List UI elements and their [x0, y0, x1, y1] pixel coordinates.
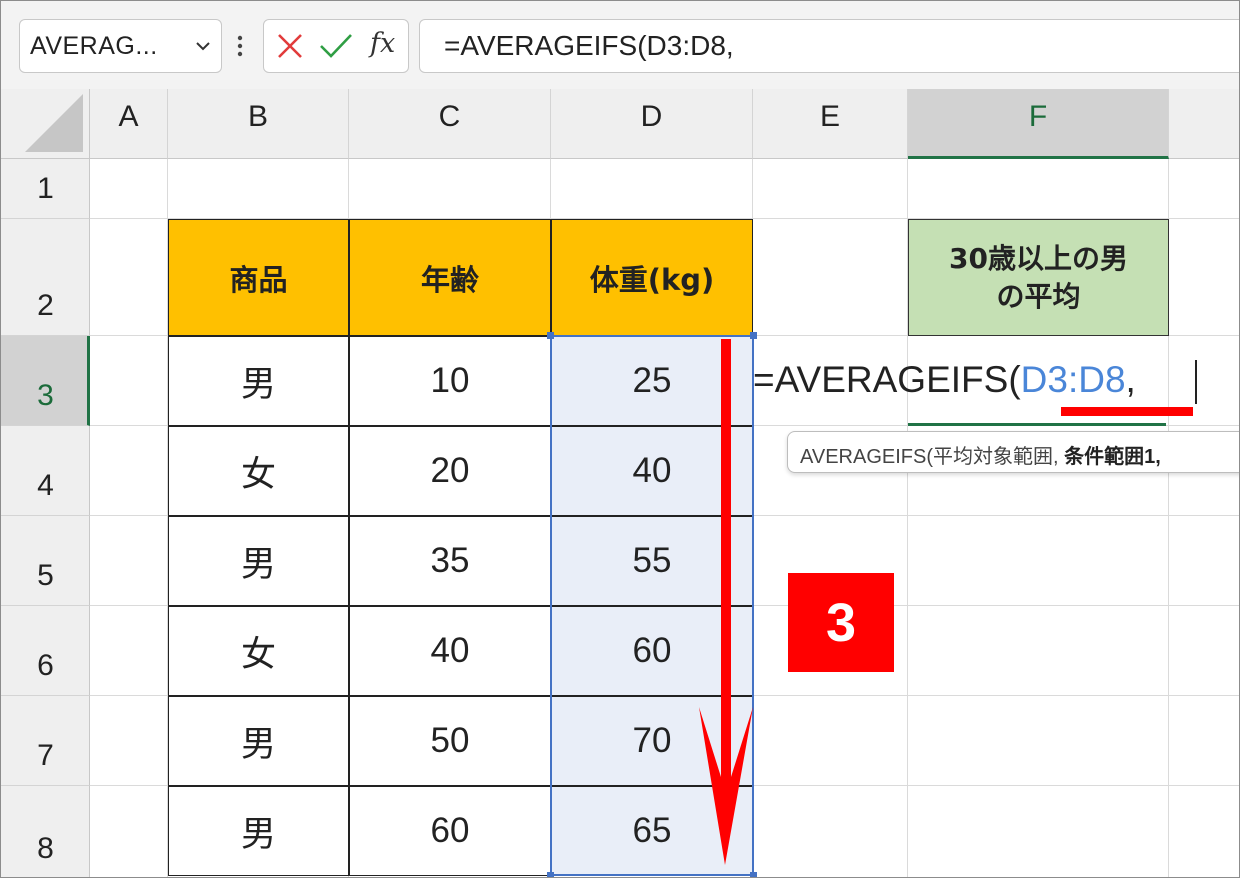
row-label: 4: [37, 469, 54, 502]
formula-text: =AVERAGEIFS(D3:D8,: [444, 30, 734, 61]
name-box[interactable]: AVERAG...: [19, 19, 222, 73]
spreadsheet-grid: A B C D E F 1 2 3 4 5 6 7 8 商品 年齢 体重(kg)…: [1, 89, 1239, 877]
table-cell[interactable]: 40: [349, 606, 551, 696]
edit-prefix: =AVERAGEIFS(: [753, 359, 1021, 400]
column-header-a[interactable]: A: [90, 89, 168, 159]
enter-check-icon[interactable]: [319, 32, 353, 60]
formula-bar-area: AVERAG... fx =AVERAGEIFS(D3:D8,: [1, 1, 1239, 89]
table-cell[interactable]: 男: [168, 786, 349, 876]
excel-window: AVERAG... fx =AVERAGEIFS(D3:D8, A B C D …: [0, 0, 1240, 878]
range-handle[interactable]: [547, 332, 554, 339]
row-header-4[interactable]: 4: [1, 426, 90, 516]
row-label: 8: [37, 832, 54, 865]
table-cell[interactable]: 10: [349, 336, 551, 426]
table-cell[interactable]: 20: [349, 426, 551, 516]
table-cell[interactable]: 60: [349, 786, 551, 876]
range-handle[interactable]: [547, 872, 554, 877]
tooltip-current-argument: 条件範囲1,: [1064, 446, 1161, 468]
table-cell[interactable]: 35: [349, 516, 551, 606]
table-header-weight[interactable]: 体重(kg): [551, 219, 753, 336]
result-label-cell[interactable]: 30歳以上の男 の平均: [908, 219, 1169, 336]
table-cell[interactable]: 男: [168, 336, 349, 426]
row-label: 2: [37, 289, 54, 322]
row-header-5[interactable]: 5: [1, 516, 90, 606]
edit-range-reference: D3:D8: [1020, 359, 1126, 400]
table-cell[interactable]: 男: [168, 516, 349, 606]
row-label: 3: [37, 379, 54, 412]
column-header-b[interactable]: B: [168, 89, 349, 159]
column-header-f[interactable]: F: [908, 89, 1169, 159]
more-options-icon[interactable]: [237, 35, 243, 57]
row-header-2[interactable]: 2: [1, 219, 90, 336]
row-label: 5: [37, 559, 54, 592]
active-cell-border: [908, 423, 1166, 426]
select-all-corner[interactable]: [1, 89, 90, 159]
edit-suffix: ,: [1125, 359, 1136, 400]
column-header-g[interactable]: [1169, 89, 1239, 159]
step-number-badge: 3: [788, 573, 894, 672]
table-cell[interactable]: 50: [349, 696, 551, 786]
table-header-product[interactable]: 商品: [168, 219, 349, 336]
row-header-7[interactable]: 7: [1, 696, 90, 786]
row-header-1[interactable]: 1: [1, 159, 90, 219]
table-cell[interactable]: 男: [168, 696, 349, 786]
formula-input[interactable]: =AVERAGEIFS(D3:D8,: [419, 19, 1239, 73]
chevron-down-icon[interactable]: [193, 36, 213, 56]
function-argument-tooltip[interactable]: AVERAGEIFS(平均対象範囲, 条件範囲1,: [787, 431, 1239, 473]
table-cell[interactable]: 女: [168, 606, 349, 696]
result-label-line1: 30歳以上の男: [949, 241, 1128, 275]
column-header-d[interactable]: D: [551, 89, 753, 159]
row-label: 6: [37, 649, 54, 682]
table-header-age[interactable]: 年齢: [349, 219, 551, 336]
row-header-6[interactable]: 6: [1, 606, 90, 696]
formula-buttons: fx: [263, 19, 409, 73]
row-header-8[interactable]: 8: [1, 786, 90, 877]
name-box-value: AVERAG...: [30, 32, 158, 60]
column-header-c[interactable]: C: [349, 89, 551, 159]
row-header-3[interactable]: 3: [1, 336, 90, 426]
cancel-icon[interactable]: [276, 32, 304, 60]
column-header-e[interactable]: E: [753, 89, 908, 159]
tooltip-function-text: AVERAGEIFS(平均対象範囲,: [800, 446, 1065, 468]
result-label-line2: の平均: [996, 279, 1081, 313]
row-label: 7: [37, 739, 54, 772]
red-down-arrow-icon: [699, 339, 753, 865]
text-caret: [1195, 360, 1197, 404]
red-underline-annotation: [1061, 407, 1193, 416]
table-cell[interactable]: 女: [168, 426, 349, 516]
row-label: 1: [37, 172, 54, 205]
insert-function-icon[interactable]: fx: [370, 28, 395, 59]
